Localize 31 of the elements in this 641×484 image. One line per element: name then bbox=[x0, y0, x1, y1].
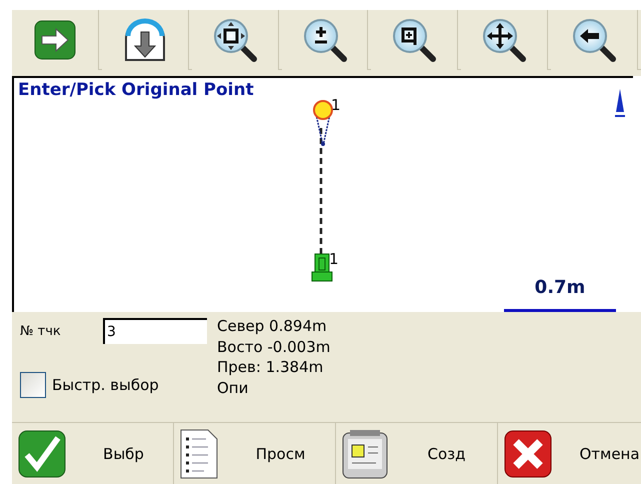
zoom-plus-minus-icon bbox=[302, 17, 348, 63]
reading-text: Опи bbox=[217, 378, 250, 398]
close-icon bbox=[504, 430, 552, 478]
toolbar-button[interactable] bbox=[12, 10, 99, 70]
zoom-window-icon bbox=[391, 17, 438, 63]
toolbar-button[interactable] bbox=[192, 10, 279, 70]
download-arrow-icon bbox=[122, 18, 167, 62]
map-canvas[interactable]: Enter/Pick Original Point 1 1 0.7m bbox=[12, 76, 633, 312]
toolbar-button[interactable] bbox=[102, 10, 189, 70]
toolbar-button[interactable] bbox=[371, 10, 458, 70]
reading-text: Прев: 1.384m bbox=[217, 357, 324, 378]
north-arrow-icon bbox=[614, 88, 626, 118]
point-label: 1 bbox=[329, 252, 339, 267]
point-number-label: № тчк bbox=[20, 323, 62, 341]
clipboard-icon bbox=[342, 429, 388, 479]
checkmark-icon bbox=[18, 430, 66, 478]
scale-label: 0.7m bbox=[534, 276, 586, 300]
point-number-field[interactable]: 3 bbox=[103, 318, 207, 344]
map-title: Enter/Pick Original Point bbox=[18, 79, 254, 102]
point-label: 1 bbox=[331, 98, 341, 113]
toolbar-button[interactable] bbox=[282, 10, 368, 70]
toolbar-button[interactable] bbox=[551, 10, 638, 70]
quick-pick-label: Быстр. выбор bbox=[52, 374, 159, 396]
reading-text: Восто -0.003m bbox=[217, 336, 330, 357]
quick-pick-checkbox[interactable] bbox=[20, 372, 46, 398]
zoom-back-icon bbox=[571, 17, 618, 63]
reading-text: Север 0.894m bbox=[217, 316, 328, 336]
toolbar-button[interactable] bbox=[461, 10, 548, 70]
document-list-icon bbox=[180, 429, 218, 479]
pan-icon bbox=[481, 17, 528, 63]
zoom-fit-icon bbox=[212, 17, 258, 63]
